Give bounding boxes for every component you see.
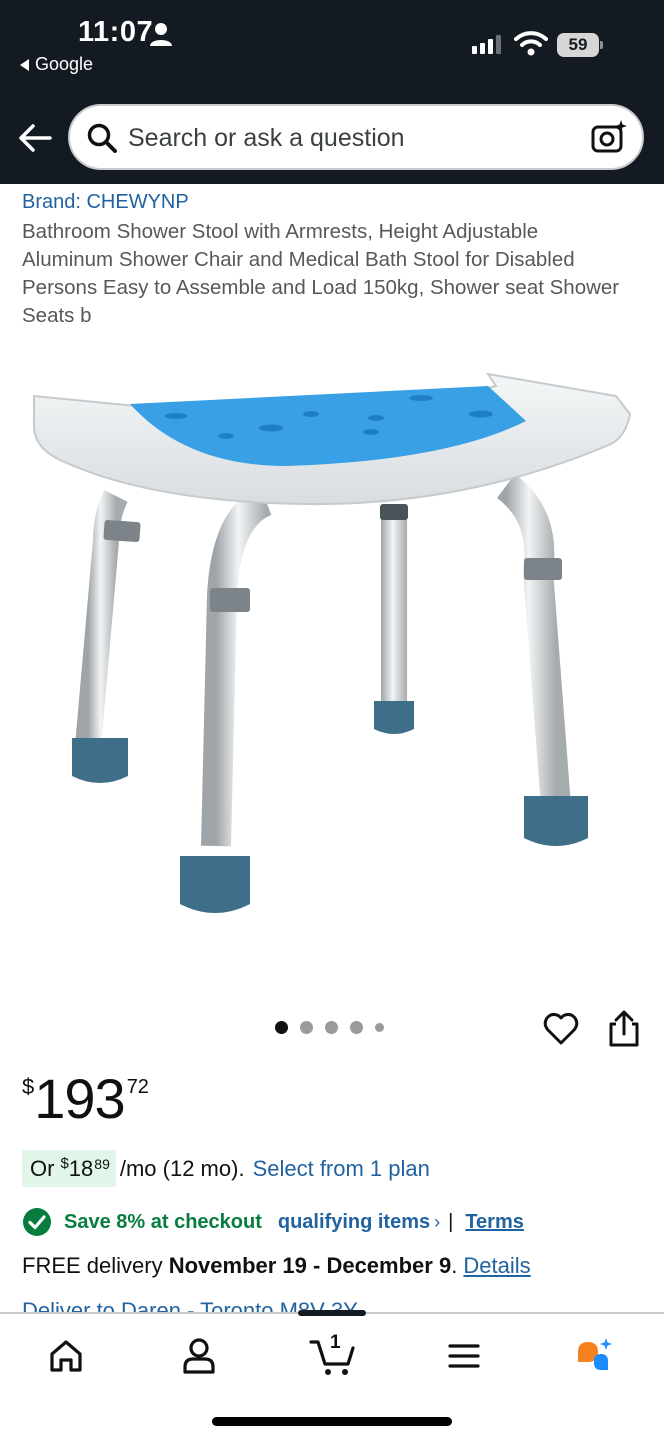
image-carousel-dots[interactable] xyxy=(275,1021,384,1034)
status-time: 11:07 xyxy=(78,16,154,48)
battery-level: 59 xyxy=(557,33,599,57)
monthly-price-highlight: Or $ 18 89 xyxy=(22,1150,116,1187)
back-app-label: Google xyxy=(35,54,94,74)
rufus-icon[interactable] xyxy=(574,1334,618,1378)
delivery-suffix: . xyxy=(451,1253,464,1278)
back-arrow-icon[interactable] xyxy=(18,122,52,154)
cart-count: 1 xyxy=(330,1332,341,1353)
savings-row: Save 8% at checkout qualifying items › |… xyxy=(22,1207,524,1237)
price: $ 193 72 xyxy=(22,1068,149,1130)
check-circle-icon xyxy=(23,1208,51,1236)
product-title: Bathroom Shower Stool with Armrests, Hei… xyxy=(22,220,620,327)
monthly-whole: 18 xyxy=(68,1155,94,1181)
terms-link[interactable]: Terms xyxy=(465,1211,524,1234)
top-header: 11:07 Google 59 Search or ask a question xyxy=(0,0,664,184)
delivery-prefix: FREE delivery xyxy=(22,1253,169,1278)
account-icon[interactable] xyxy=(177,1334,221,1378)
carousel-dot[interactable] xyxy=(350,1021,363,1034)
active-tab-indicator xyxy=(298,1310,366,1316)
price-fraction: 72 xyxy=(126,1076,149,1098)
carousel-dot[interactable] xyxy=(275,1021,288,1034)
select-plan-link[interactable]: Select from 1 plan xyxy=(253,1156,430,1182)
home-indicator xyxy=(212,1417,452,1426)
carousel-dot[interactable] xyxy=(375,1023,384,1032)
menu-icon[interactable] xyxy=(442,1334,486,1378)
home-icon[interactable] xyxy=(44,1334,88,1378)
delivery-dates: November 19 - December 9 xyxy=(168,1253,452,1278)
carousel-dot[interactable] xyxy=(300,1021,313,1034)
carousel-dot[interactable] xyxy=(325,1021,338,1034)
delivery-info: FREE delivery November 19 - December 9. … xyxy=(22,1253,531,1279)
heart-icon[interactable] xyxy=(543,1011,579,1047)
product-image[interactable] xyxy=(26,366,638,936)
search-icon xyxy=(87,123,117,153)
price-currency: $ xyxy=(22,1074,35,1099)
product-page: 11:07 Google 59 Search or ask a question… xyxy=(0,0,664,1440)
person-icon xyxy=(150,23,172,46)
monthly-payment: Or $ 18 89 /mo (12 mo). Select from 1 pl… xyxy=(22,1150,430,1187)
back-to-app-link[interactable]: Google xyxy=(20,54,93,75)
delivery-details-link[interactable]: Details xyxy=(463,1253,530,1278)
monthly-currency: $ xyxy=(60,1155,69,1172)
battery-icon: 59 xyxy=(557,33,603,57)
signal-icon xyxy=(472,34,501,54)
price-whole: 193 xyxy=(34,1067,125,1130)
savings-separator: | xyxy=(448,1210,454,1233)
back-triangle-icon xyxy=(20,58,29,71)
share-icon[interactable] xyxy=(607,1010,641,1048)
chevron-right-icon: › xyxy=(434,1211,441,1232)
camera-search-icon[interactable] xyxy=(590,118,628,156)
cart-button[interactable]: 1 xyxy=(308,1332,358,1378)
brand-link[interactable]: Brand: CHEWYNP xyxy=(22,191,189,214)
search-input[interactable]: Search or ask a question xyxy=(68,104,644,170)
qualifying-items-link[interactable]: qualifying items xyxy=(278,1211,430,1234)
wifi-icon xyxy=(514,31,548,56)
monthly-fraction: 89 xyxy=(94,1156,110,1172)
monthly-or: Or xyxy=(30,1155,55,1181)
monthly-terms: /mo (12 mo). xyxy=(119,1155,245,1181)
search-placeholder: Search or ask a question xyxy=(128,124,405,152)
savings-text: Save 8% at checkout xyxy=(64,1210,262,1233)
